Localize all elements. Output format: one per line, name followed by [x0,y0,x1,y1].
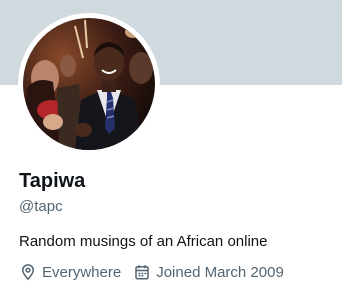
profile-bio: Random musings of an African online [19,233,268,250]
location-item: Everywhere [19,263,121,281]
location-text: Everywhere [42,263,122,281]
joined-item: Joined March 2009 [133,263,284,281]
display-name: Tapiwa [19,170,86,192]
profile-meta: Everywhere Joined March 2009 [19,262,284,282]
profile-handle: @tapc [19,198,63,215]
profile-avatar[interactable] [18,13,160,155]
calendar-icon [133,263,151,281]
avatar-photo [23,18,155,150]
joined-text: Joined March 2009 [156,263,284,281]
map-pin-icon [19,263,37,281]
profile-card: Tapiwa @tapc Random musings of an Africa… [0,0,342,288]
